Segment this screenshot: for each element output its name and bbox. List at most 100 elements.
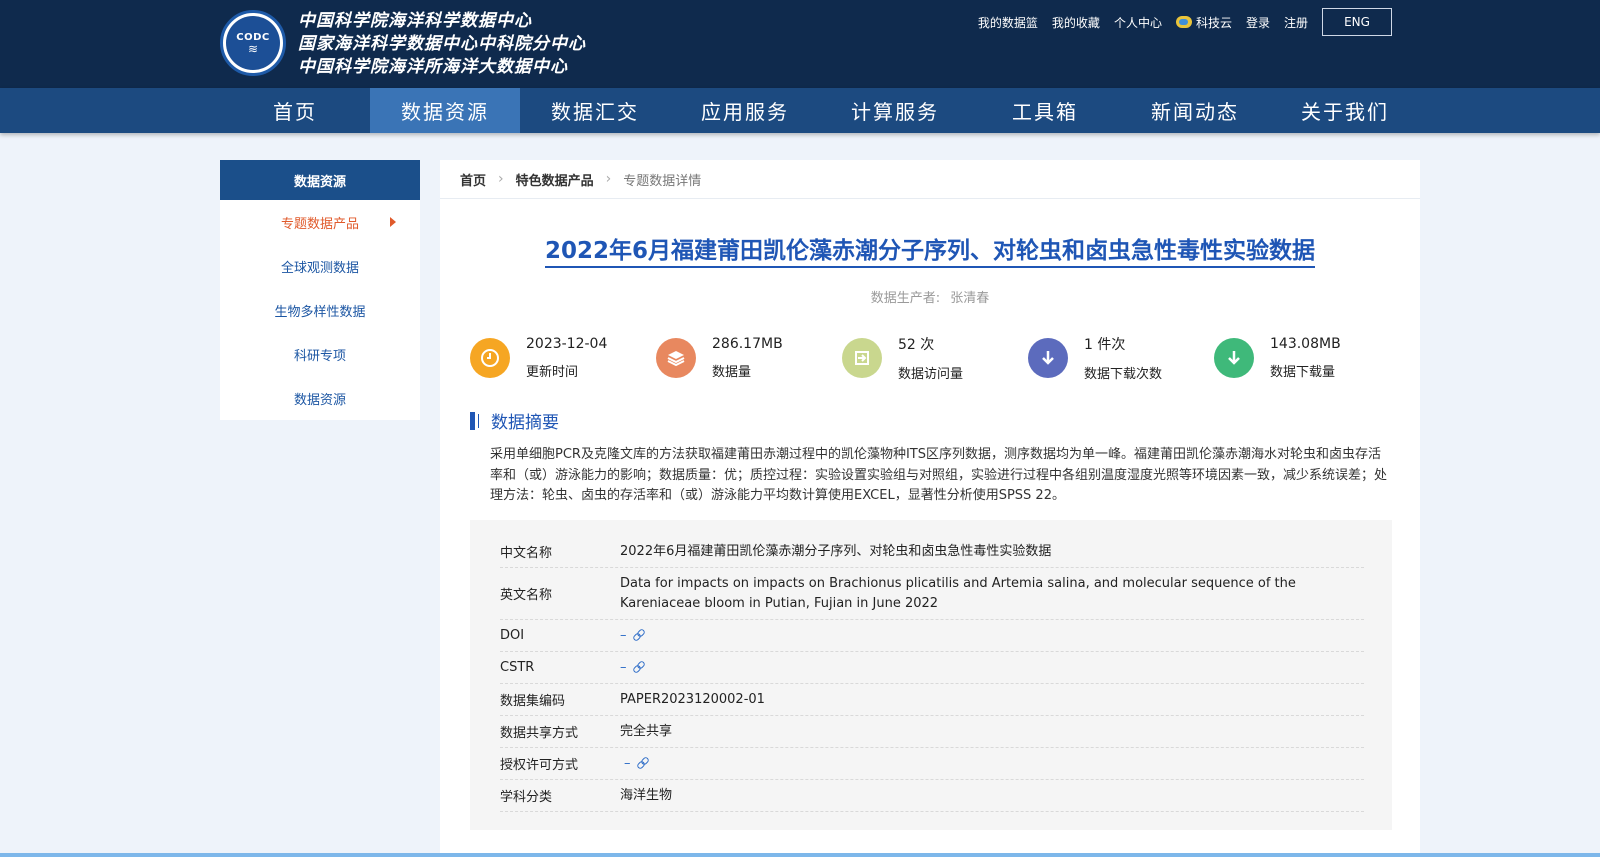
chevron-right-icon: ›: [605, 171, 612, 187]
my-data-basket-link[interactable]: 我的数据篮: [978, 14, 1038, 31]
abstract-heading: 数据摘要: [470, 408, 1420, 433]
science-cloud-label: 科技云: [1195, 15, 1232, 30]
info-value: 2022年6月福建莆田凯伦藻赤潮分子序列、对轮虫和卤虫急性毒性实验数据: [620, 543, 1052, 559]
stat-value: 143.08MB: [1270, 336, 1341, 352]
stat-value: 286.17MB: [712, 336, 783, 352]
nav-data-submission[interactable]: 数据汇交: [520, 88, 670, 133]
login-link[interactable]: 登录: [1246, 14, 1270, 31]
info-value: 海洋生物: [620, 787, 673, 803]
stat-value: 2023-12-04: [526, 336, 608, 352]
sidebar-item-label: 科研专项: [293, 348, 346, 364]
stat-label: 数据量: [712, 365, 752, 380]
dataset-title: 2022年6月福建莆田凯伦藻赤潮分子序列、对轮虫和卤虫急性毒性实验数据: [544, 238, 1316, 268]
sidebar-item-label: 数据资源: [293, 392, 346, 408]
nav-news[interactable]: 新闻动态: [1120, 88, 1270, 133]
link-icon[interactable]: [637, 758, 647, 768]
logo-emblem: CODC ≋: [226, 16, 280, 70]
stat-value: 1 件次: [1084, 337, 1126, 353]
info-label: CSTR: [500, 660, 535, 675]
info-label: 英文名称: [500, 588, 553, 603]
breadcrumb-featured-products[interactable]: 特色数据产品: [516, 170, 594, 189]
cloud-icon: [1175, 16, 1192, 28]
sidebar-item-global-observation[interactable]: 全球观测数据: [220, 244, 420, 288]
stat-download-volume: 143.08MB 数据下载量: [1214, 334, 1400, 382]
chevron-right-icon: ›: [498, 171, 504, 187]
nav-data-resources[interactable]: 数据资源: [370, 88, 520, 133]
sidebar-item-label: 专题数据产品: [280, 216, 359, 232]
link-icon[interactable]: [633, 662, 643, 672]
stat-label: 数据下载次数: [1084, 367, 1163, 382]
info-row-cstr: CSTR –: [500, 652, 1364, 684]
info-box: 中文名称 2022年6月福建莆田凯伦藻赤潮分子序列、对轮虫和卤虫急性毒性实验数据…: [470, 520, 1392, 830]
info-label: 数据集编码: [500, 694, 566, 709]
register-link[interactable]: 注册: [1284, 14, 1308, 31]
abstract-text: 采用单细胞PCR及克隆文库的方法获取福建莆田赤潮过程中的凯伦藻物种ITS区序列数…: [490, 447, 1388, 503]
info-row-doi: DOI –: [500, 620, 1364, 652]
link-icon[interactable]: [633, 630, 643, 640]
sidebar-item-research-projects[interactable]: 科研专项: [220, 332, 420, 376]
main-content: 首页 › 特色数据产品 › 专题数据详情 2022年6月福建莆田凯伦藻赤潮分子序…: [440, 160, 1420, 857]
language-button[interactable]: ENG: [1322, 8, 1392, 36]
info-label: 数据共享方式: [500, 726, 579, 741]
stat-update-time: 2023-12-04 更新时间: [470, 334, 656, 382]
producer-name: 张清春: [950, 291, 990, 306]
info-label: DOI: [500, 628, 525, 643]
sidebar-title: 数据资源: [220, 160, 420, 200]
logo-text: CODC: [236, 31, 270, 43]
nav-computing-services[interactable]: 计算服务: [820, 88, 970, 133]
wave-icon: ≋: [247, 41, 259, 56]
my-favorites-link[interactable]: 我的收藏: [1052, 14, 1100, 31]
section-marker-icon: [470, 411, 475, 430]
org-names: 中国科学院海洋科学数据中心 国家海洋科学数据中心中科院分中心 中国科学院海洋所海…: [298, 10, 586, 79]
doi-link[interactable]: –: [620, 628, 627, 643]
sidebar-item-label: 生物多样性数据: [274, 304, 366, 320]
stat-label: 更新时间: [526, 365, 579, 380]
caret-right-icon: [390, 217, 396, 227]
breadcrumb-home[interactable]: 首页: [460, 170, 486, 189]
sidebar-item-data-resources[interactable]: 数据资源: [220, 376, 420, 420]
info-table: 中文名称 2022年6月福建莆田凯伦藻赤潮分子序列、对轮虫和卤虫急性毒性实验数据…: [500, 536, 1364, 812]
download-icon: [1214, 338, 1254, 378]
org-name-3: 中国科学院海洋所海洋大数据中心: [298, 57, 568, 77]
info-row-dataset-code: 数据集编码 PAPER2023120002-01: [500, 684, 1364, 716]
license-link[interactable]: –: [624, 756, 631, 771]
producer-label: 数据生产者:: [870, 291, 941, 306]
stats-row: 2023-12-04 更新时间 286.17MB 数据量 52 次 数据访问量: [470, 334, 1420, 382]
sidebar-item-biodiversity[interactable]: 生物多样性数据: [220, 288, 420, 332]
nav-about-us[interactable]: 关于我们: [1270, 88, 1420, 133]
info-label: 授权许可方式: [500, 758, 579, 773]
info-row-license: 授权许可方式 –: [500, 748, 1364, 780]
stat-value: 52 次: [898, 337, 935, 353]
breadcrumb-current: 专题数据详情: [623, 173, 702, 189]
sidebar-item-thematic-products[interactable]: 专题数据产品: [220, 200, 420, 244]
codc-logo[interactable]: CODC ≋: [220, 10, 286, 76]
info-label: 学科分类: [500, 790, 553, 805]
cstr-link[interactable]: –: [620, 660, 627, 675]
info-value: PAPER2023120002-01: [620, 691, 765, 707]
login-icon: [842, 338, 882, 378]
stat-visits: 52 次 数据访问量: [842, 334, 1028, 382]
clock-icon: [470, 338, 510, 378]
info-row-english-name: 英文名称 Data for impacts on impacts on Brac…: [500, 568, 1364, 620]
stat-data-volume: 286.17MB 数据量: [656, 334, 842, 382]
abstract-title: 数据摘要: [491, 413, 559, 433]
nav-application-services[interactable]: 应用服务: [670, 88, 820, 133]
page-title: 2022年6月福建莆田凯伦藻赤潮分子序列、对轮虫和卤虫急性毒性实验数据: [440, 231, 1420, 268]
nav-items: 首页 数据资源 数据汇交 应用服务 计算服务 工具箱 新闻动态 关于我们: [220, 88, 1420, 133]
stat-label: 数据下载量: [1270, 365, 1336, 380]
nav-toolbox[interactable]: 工具箱: [970, 88, 1120, 133]
org-name-1: 中国科学院海洋科学数据中心: [298, 11, 532, 31]
nav-home[interactable]: 首页: [220, 88, 370, 133]
science-cloud-link[interactable]: 科技云: [1175, 14, 1232, 31]
personal-center-link[interactable]: 个人中心: [1114, 14, 1162, 31]
org-name-2: 国家海洋科学数据中心中科院分中心: [298, 34, 586, 54]
bottom-scroll-bar: [0, 853, 1600, 857]
sidebar-item-label: 全球观测数据: [280, 260, 359, 276]
info-value: Data for impacts on impacts on Brachionu…: [620, 575, 1296, 611]
info-row-sharing-mode: 数据共享方式 完全共享: [500, 716, 1364, 748]
info-label: 中文名称: [500, 546, 553, 561]
layers-icon: [656, 338, 696, 378]
info-row-chinese-name: 中文名称 2022年6月福建莆田凯伦藻赤潮分子序列、对轮虫和卤虫急性毒性实验数据: [500, 536, 1364, 568]
producer: 数据生产者: 张清春: [440, 287, 1420, 306]
stat-label: 数据访问量: [898, 367, 964, 382]
